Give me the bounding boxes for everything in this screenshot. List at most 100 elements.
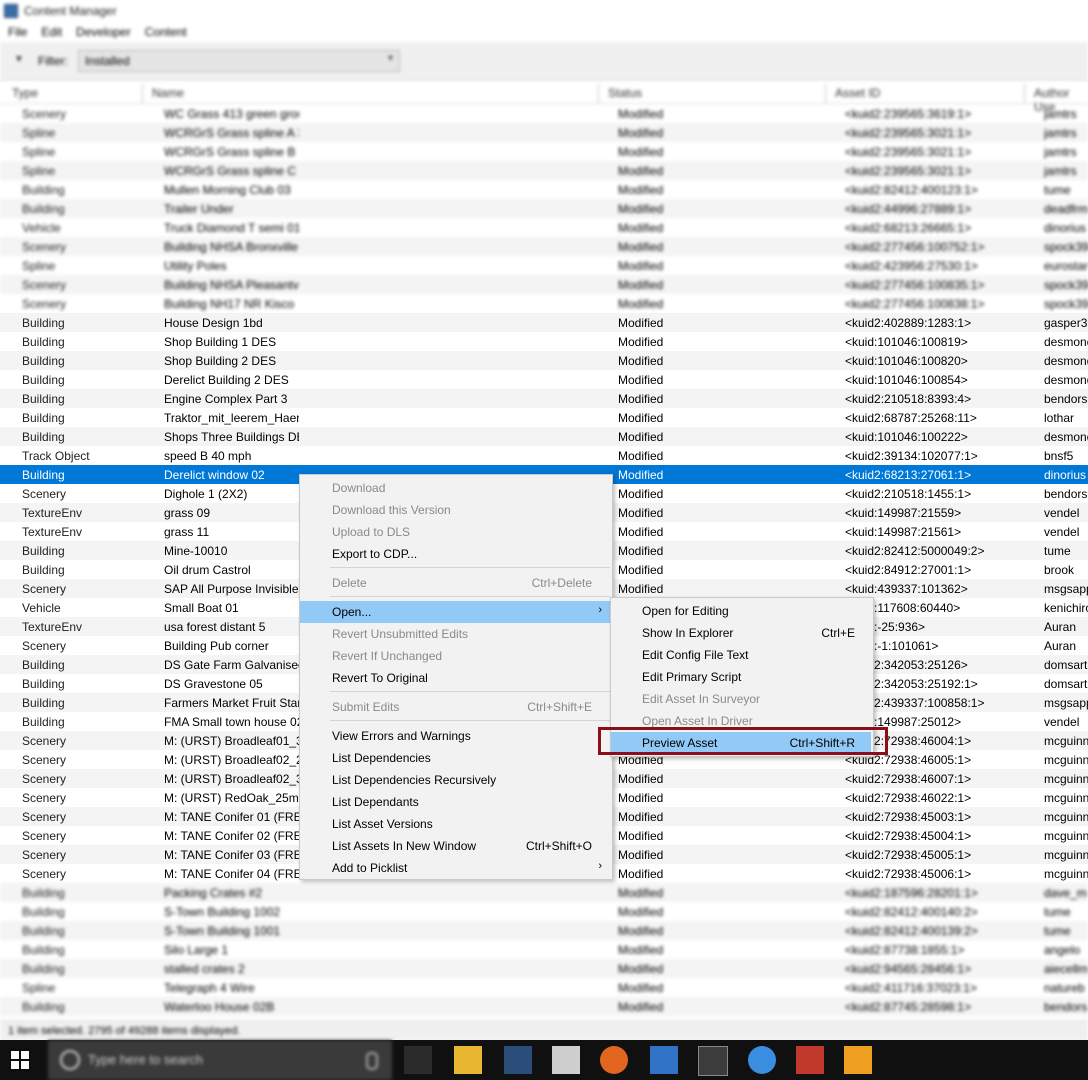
table-row[interactable]: Building Shops Three Buildings DES Modifie…: [0, 427, 1088, 446]
column-divider[interactable]: [1024, 83, 1025, 103]
table-row[interactable]: Building Trailer Under Modified <kuid2:4499…: [0, 199, 1088, 218]
cell-name: Shops Three Buildings DES: [164, 430, 299, 444]
cell-author: mcguinn: [1044, 829, 1088, 843]
table-row[interactable]: Building Engine Complex Part 3 Modified <ku…: [0, 389, 1088, 408]
table-row[interactable]: Spline Telegraph 4 Wire Modified <kuid2:411…: [0, 978, 1088, 997]
submenu-item-edit-asset-in-surveyor[interactable]: Edit Asset In Surveyor: [611, 688, 871, 710]
taskbar: Type here to search: [0, 1040, 1088, 1080]
task-view-icon[interactable]: [404, 1046, 432, 1074]
table-row[interactable]: Building Mullen Morning Club 03 Modified <k…: [0, 180, 1088, 199]
cell-status: Modified: [618, 259, 664, 273]
menu-developer[interactable]: Developer: [76, 25, 131, 39]
menu-item-revert-to-original[interactable]: Revert To Original: [300, 667, 610, 689]
cell-asset-id: <kuid2:68213:26665:1>: [845, 221, 972, 235]
menu-item-open[interactable]: Open... ›: [300, 601, 610, 623]
cell-status: Modified: [618, 525, 664, 539]
menu-item-download[interactable]: Download: [300, 477, 610, 499]
menu-item-shortcut: Ctrl+Delete: [531, 576, 592, 590]
menu-item-list-asset-versions[interactable]: List Asset Versions: [300, 813, 610, 835]
table-row[interactable]: Spline WCRGrS Grass spline A 30m. Modified…: [0, 123, 1088, 142]
cell-type: Building: [22, 962, 65, 976]
menu-item-add-to-picklist[interactable]: Add to Picklist ›: [300, 857, 610, 879]
app-icon-blue[interactable]: [650, 1046, 678, 1074]
table-row[interactable]: Spline WCRGrS Grass spline C 30m. Modified…: [0, 161, 1088, 180]
table-row[interactable]: Track Object speed B 40 mph Modified <kuid2…: [0, 446, 1088, 465]
filter-dropdown[interactable]: Installed ▾: [78, 50, 400, 72]
cell-name: Utility Poles: [164, 259, 227, 273]
column-type[interactable]: Type: [12, 86, 38, 100]
menu-item-revert-unsubmitted-edits[interactable]: Revert Unsubmitted Edits: [300, 623, 610, 645]
column-name[interactable]: Name: [152, 86, 184, 100]
store-icon[interactable]: [552, 1046, 580, 1074]
column-divider[interactable]: [825, 83, 826, 103]
table-row[interactable]: Vehicle Truck Diamond T semi 01 Modified <k…: [0, 218, 1088, 237]
table-row[interactable]: Building Traktor_mit_leerem_Haenger Modifi…: [0, 408, 1088, 427]
menu-item-label: List Dependencies: [332, 751, 431, 765]
menu-item-list-assets-in-new-window[interactable]: List Assets In New Window Ctrl+Shift+O: [300, 835, 610, 857]
menu-content[interactable]: Content: [145, 25, 187, 39]
menu-item-upload-to-dls[interactable]: Upload to DLS: [300, 521, 610, 543]
menu-item-list-dependencies[interactable]: List Dependencies: [300, 747, 610, 769]
app-icon-round[interactable]: [748, 1046, 776, 1074]
menu-item-delete[interactable]: Delete Ctrl+Delete: [300, 572, 610, 594]
table-row[interactable]: Building stalled crates 2 Modified <kuid2:9…: [0, 959, 1088, 978]
steam-icon[interactable]: [504, 1046, 532, 1074]
cell-type: TextureEnv: [22, 525, 83, 539]
submenu-item-edit-primary-script[interactable]: Edit Primary Script: [611, 666, 871, 688]
taskbar-search[interactable]: Type here to search: [48, 1040, 392, 1080]
cell-name: Building NH17 NR Kisco: [164, 297, 295, 311]
file-explorer-icon[interactable]: [454, 1046, 482, 1074]
menu-item-download-this-version[interactable]: Download this Version: [300, 499, 610, 521]
table-row[interactable]: Building S-Town Building 1001 Modified <kui…: [0, 921, 1088, 940]
table-row[interactable]: Building Silo Large 1 Modified <kuid2:87738…: [0, 940, 1088, 959]
table-row[interactable]: Building Derelict Building 2 DES Modified <…: [0, 370, 1088, 389]
table-row[interactable]: Spline Utility Poles Modified <kuid2:423956…: [0, 256, 1088, 275]
cell-status: Modified: [618, 278, 664, 292]
submenu-item-edit-config-file-text[interactable]: Edit Config File Text: [611, 644, 871, 666]
menu-item-list-dependants[interactable]: List Dependants: [300, 791, 610, 813]
app-icon-dark[interactable]: [698, 1046, 728, 1076]
cell-asset-id: <kuid2:239565:3021:1>: [845, 164, 972, 178]
table-row[interactable]: Building House Design 1bd Modified <kuid2:4…: [0, 313, 1088, 332]
column-status[interactable]: Status: [608, 86, 642, 100]
column-divider[interactable]: [598, 83, 599, 103]
cell-asset-id: <kuid2:82412:400140:2>: [845, 905, 978, 919]
cell-author: brook: [1044, 563, 1075, 577]
menu-item-view-errors-and-warnings[interactable]: View Errors and Warnings: [300, 725, 610, 747]
cell-asset-id: <kuid2:94565:28456:1>: [845, 962, 972, 976]
table-row[interactable]: Building S-Town Building 1002 Modified <kui…: [0, 902, 1088, 921]
chevron-right-icon: ›: [598, 604, 602, 616]
menu-item-list-dependencies-recursively[interactable]: List Dependencies Recursively: [300, 769, 610, 791]
cell-author: desmond: [1044, 335, 1088, 349]
cell-author: msgsapp: [1044, 696, 1088, 710]
windows-start-icon[interactable]: [10, 1050, 30, 1070]
submenu-item-show-in-explorer[interactable]: Show In Explorer Ctrl+E: [611, 622, 871, 644]
cell-name: Dighole 1 (2X2): [164, 487, 248, 501]
table-row[interactable]: Scenery Building NHSA Bronxville Modified <…: [0, 237, 1088, 256]
submenu-item-open-for-editing[interactable]: Open for Editing: [611, 600, 871, 622]
microphone-icon[interactable]: [366, 1052, 378, 1070]
menu-item-label: Open for Editing: [642, 604, 729, 618]
cell-author: domsart: [1044, 677, 1088, 691]
cell-asset-id: <kuid:101046:100222>: [845, 430, 968, 444]
menu-bar: File Edit Developer Content: [0, 22, 1088, 42]
menu-item-export-to-cdp[interactable]: Export to CDP...: [300, 543, 610, 565]
menu-item-revert-if-unchanged[interactable]: Revert If Unchanged: [300, 645, 610, 667]
menu-file[interactable]: File: [8, 25, 27, 39]
menu-edit[interactable]: Edit: [41, 25, 62, 39]
table-row[interactable]: Scenery WC Grass 413 green group Modified <…: [0, 104, 1088, 123]
table-row[interactable]: Building Packing Crates #2 Modified <kuid2:…: [0, 883, 1088, 902]
table-row[interactable]: Building Shop Building 1 DES Modified <kuid…: [0, 332, 1088, 351]
firefox-icon[interactable]: [600, 1046, 628, 1074]
column-asset-id[interactable]: Asset ID: [835, 86, 880, 100]
menu-item-submit-edits[interactable]: Submit Edits Ctrl+Shift+E: [300, 696, 610, 718]
table-row[interactable]: Spline WCRGrS Grass spline B 30m. Modified…: [0, 142, 1088, 161]
table-row[interactable]: Building Shop Building 2 DES Modified <kuid…: [0, 351, 1088, 370]
table-row[interactable]: Building Waterloo House 02B Modified <kuid2…: [0, 997, 1088, 1016]
app-icon-red[interactable]: [796, 1046, 824, 1074]
content-manager-taskbar-icon[interactable]: [844, 1046, 872, 1074]
column-divider[interactable]: [142, 83, 143, 103]
table-row[interactable]: Scenery Building NHSA Pleasantville Modifi…: [0, 275, 1088, 294]
table-row[interactable]: Scenery Building NH17 NR Kisco Modified <ku…: [0, 294, 1088, 313]
cell-asset-id: <kuid2:68787:25268:11>: [845, 411, 977, 425]
